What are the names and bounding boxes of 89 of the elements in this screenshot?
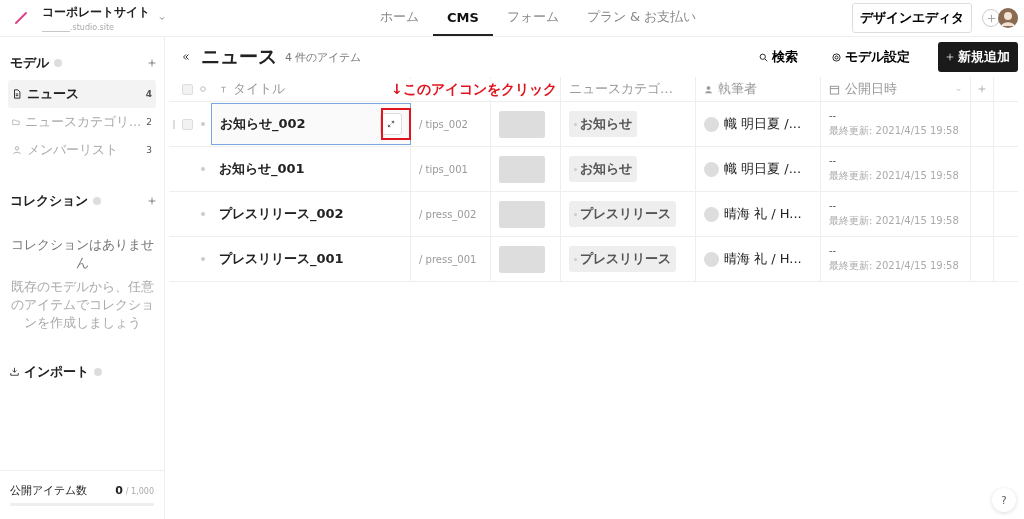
model-item[interactable]: メンバーリスト 3 bbox=[8, 136, 156, 164]
folder-icon bbox=[12, 117, 20, 127]
search-icon bbox=[759, 52, 768, 62]
status-icon bbox=[200, 86, 206, 92]
plus-icon bbox=[148, 59, 156, 67]
publish-date: -- bbox=[829, 110, 837, 121]
published-limit: / 1,000 bbox=[125, 487, 154, 496]
status-dot bbox=[201, 257, 205, 261]
nav-tab[interactable]: CMS bbox=[433, 0, 493, 36]
title-cell[interactable]: お知らせ_001 bbox=[219, 160, 305, 178]
help-icon bbox=[54, 59, 62, 67]
category-tag: お知らせ bbox=[569, 156, 637, 182]
last-updated: 最終更新: 2021/4/15 19:58 bbox=[829, 169, 959, 183]
text-type-icon bbox=[219, 84, 228, 94]
avatar-icon[interactable] bbox=[998, 8, 1018, 28]
plus-icon bbox=[148, 197, 156, 205]
slug-cell: / tips_002 bbox=[419, 118, 468, 130]
title-cell[interactable]: プレスリリース_001 bbox=[219, 250, 344, 268]
settings-icon bbox=[832, 52, 841, 62]
help-icon bbox=[94, 367, 102, 376]
image-placeholder bbox=[499, 245, 545, 273]
pen-logo-icon bbox=[14, 11, 28, 25]
site-url: _______.studio.site bbox=[42, 23, 115, 32]
add-new-button[interactable]: 新規追加 bbox=[938, 42, 1018, 72]
category-tag: プレスリリース bbox=[569, 246, 676, 272]
image-placeholder bbox=[499, 110, 545, 138]
image-placeholder bbox=[499, 200, 545, 228]
nav-tab[interactable]: ホーム bbox=[366, 0, 433, 36]
author-avatar bbox=[704, 251, 719, 267]
publish-date: -- bbox=[829, 155, 837, 166]
nav-tab[interactable]: フォーム bbox=[492, 0, 573, 36]
author-avatar bbox=[704, 161, 719, 177]
plus-icon bbox=[946, 53, 954, 61]
author-name: 晴海 礼 / H... bbox=[724, 205, 802, 223]
expand-icon bbox=[387, 120, 395, 128]
item-count: 4 件のアイテム bbox=[285, 49, 362, 65]
person-icon bbox=[12, 145, 22, 155]
published-count-label: 公開アイテム数 bbox=[10, 483, 87, 498]
status-dot bbox=[201, 122, 205, 126]
category-tag: お知らせ bbox=[569, 111, 637, 137]
expand-button[interactable] bbox=[380, 113, 402, 135]
slug-cell: / press_002 bbox=[419, 208, 477, 220]
plus-icon bbox=[986, 13, 996, 23]
author-avatar bbox=[704, 206, 719, 222]
select-all-checkbox[interactable] bbox=[181, 83, 193, 95]
author-name: 晴海 礼 / H... bbox=[724, 250, 802, 268]
empty-message: コレクションはありません bbox=[9, 236, 155, 272]
page-title: ニュース bbox=[201, 44, 277, 69]
caret-icon bbox=[158, 14, 166, 22]
section-title: コレクション bbox=[10, 192, 88, 210]
category-tag: プレスリリース bbox=[569, 201, 676, 227]
section-title: モデル bbox=[10, 54, 49, 72]
last-updated: 最終更新: 2021/4/15 19:58 bbox=[829, 214, 959, 228]
help-button[interactable]: ? bbox=[992, 488, 1016, 512]
publish-date: -- bbox=[829, 200, 837, 211]
annotation-text: ↓このアイコンをクリック bbox=[391, 79, 557, 99]
status-dot bbox=[201, 212, 205, 216]
author-avatar bbox=[704, 116, 719, 132]
publish-date: -- bbox=[829, 245, 837, 256]
slug-cell: / tips_001 bbox=[419, 163, 468, 175]
author-name: 幟 明日夏 /... bbox=[724, 160, 802, 178]
image-placeholder bbox=[499, 155, 545, 183]
row-checkbox[interactable] bbox=[181, 118, 193, 130]
site-name: コーポレートサイト bbox=[42, 4, 150, 21]
last-updated: 最終更新: 2021/4/15 19:58 bbox=[829, 259, 959, 273]
status-dot bbox=[201, 167, 205, 171]
import-icon bbox=[10, 367, 19, 377]
import-link[interactable]: インポート bbox=[24, 362, 89, 381]
model-item[interactable]: ニュース 4 bbox=[8, 80, 156, 108]
slug-cell: / press_001 bbox=[419, 253, 477, 265]
search-button[interactable]: 検索 bbox=[753, 47, 804, 67]
add-column-icon bbox=[978, 85, 986, 93]
calendar-icon bbox=[829, 83, 840, 95]
person-icon bbox=[704, 84, 713, 94]
title-cell[interactable]: お知らせ_002 bbox=[220, 115, 306, 133]
drag-handle-icon[interactable] bbox=[173, 119, 175, 129]
model-settings-button[interactable]: モデル設定 bbox=[826, 47, 916, 67]
hint-text: 既存のモデルから、任意のアイテムでコレクションを作成しましょう bbox=[9, 278, 155, 333]
model-item[interactable]: ニュースカテゴリ... 2 bbox=[8, 108, 156, 136]
last-updated: 最終更新: 2021/4/15 19:58 bbox=[829, 124, 959, 138]
author-name: 幟 明日夏 /... bbox=[724, 115, 802, 133]
nav-tab[interactable]: プラン & お支払い bbox=[572, 0, 711, 36]
design-editor-button[interactable]: デザインエディタ bbox=[852, 3, 972, 33]
published-count: 0 bbox=[115, 484, 123, 497]
collapse-icon bbox=[181, 52, 191, 62]
title-cell[interactable]: プレスリリース_002 bbox=[219, 205, 344, 223]
help-icon bbox=[93, 197, 101, 205]
highlight-frame bbox=[381, 108, 411, 140]
document-icon bbox=[12, 89, 22, 99]
